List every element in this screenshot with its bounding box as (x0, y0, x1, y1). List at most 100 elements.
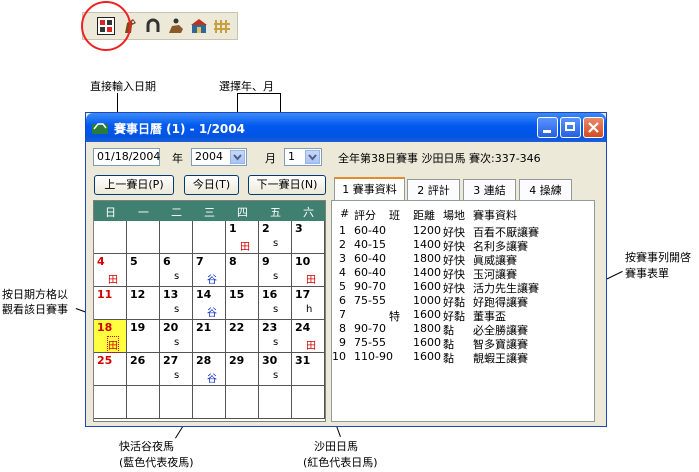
day-number: 4 (97, 255, 105, 268)
calendar-day[interactable]: 11 (94, 287, 127, 320)
chevron-down-icon[interactable] (230, 150, 245, 164)
calendar-day[interactable]: 5 (127, 254, 160, 287)
close-button[interactable] (583, 117, 604, 138)
horseshoe-icon[interactable] (144, 17, 162, 35)
race-distance: 1200 (413, 224, 441, 237)
day-number: 26 (130, 354, 146, 367)
day-number: 9 (262, 255, 270, 268)
maximize-button[interactable] (560, 117, 581, 138)
calendar-day[interactable]: 8 (226, 254, 259, 287)
calendar-day[interactable]: 6s (160, 254, 193, 287)
calendar-day[interactable]: 15 (226, 287, 259, 320)
day-number: 22 (229, 321, 245, 334)
tab-rating[interactable]: 2 評計 (407, 179, 460, 201)
race-distance: 1600 (413, 280, 441, 293)
day-number: 11 (97, 288, 113, 301)
race-row[interactable]: 2 40-15 1400 好快 名利多讓賽 (332, 238, 594, 253)
calendar-day[interactable]: 9s (259, 254, 292, 287)
day-number: 3 (295, 222, 303, 235)
calendar-day[interactable]: 31 (292, 353, 325, 386)
header-race-name: 賽事資料 (473, 209, 517, 222)
race-no: 9 (339, 336, 346, 349)
calendar-day[interactable]: 3 (292, 221, 325, 254)
calendar-empty-cell (127, 386, 160, 419)
race-no: 10 (332, 350, 346, 363)
day-number: 25 (97, 354, 113, 367)
calendar-day[interactable]: 23 s (259, 320, 292, 353)
race-row[interactable]: 3 60-40 1800 好快 眞威讓賽 (332, 252, 594, 267)
race-distance: 1800 (413, 252, 441, 265)
month-select[interactable]: 1 (284, 148, 322, 166)
day-number: 14 (196, 288, 212, 301)
race-no: 3 (339, 252, 346, 265)
calendar-day[interactable]: 13 s (160, 287, 193, 320)
day-number: 1 (229, 222, 237, 235)
next-race-day-button[interactable]: 下一賽日(N) (248, 175, 326, 195)
annotation-sha-tin-2: (紅色代表日馬) (303, 456, 378, 469)
day-mark: s (174, 304, 180, 315)
day-number: 5 (130, 255, 138, 268)
calendar-day[interactable]: 7谷 (193, 254, 226, 287)
race-row[interactable]: 4 60-40 1400 好快 玉河讓賽 (332, 266, 594, 281)
calendar-day[interactable]: 20 s (160, 320, 193, 353)
race-row[interactable]: 8 90-70 1800 黏必全勝讓賽 (332, 322, 594, 337)
date-input[interactable]: 01/18/2004 (93, 148, 160, 166)
year-select[interactable]: 2004 (191, 148, 247, 166)
calendar-day[interactable]: 19 (127, 320, 160, 353)
chevron-down-icon[interactable] (305, 150, 320, 164)
today-button[interactable]: 今日(T) (184, 175, 239, 195)
calendar-day[interactable]: 10 田 (292, 254, 325, 287)
fence-icon[interactable] (213, 17, 231, 35)
calendar-day[interactable]: 24 田 (292, 320, 325, 353)
calendar-day[interactable]: 29 (226, 353, 259, 386)
race-distance: 1400 (413, 238, 441, 251)
race-rating: 60-40 (354, 266, 386, 279)
tab-links[interactable]: 3 連結 (463, 179, 516, 201)
calendar-day[interactable]: 14 谷 (193, 287, 226, 320)
race-row[interactable]: 10 110-90 1600 黏 靚蝦王讓賽 (332, 350, 594, 365)
calendar-day[interactable]: 1田 (226, 221, 259, 254)
race-row[interactable]: 1 60-40 1200 好快 百看不厭讓賽 (332, 224, 594, 239)
rider-icon[interactable] (167, 17, 185, 35)
stable-icon[interactable] (190, 17, 208, 35)
race-rating: 60-40 (354, 252, 386, 265)
race-info: 全年第38日賽事 沙田日馬 賽次:337-346 (338, 152, 541, 165)
calendar-day[interactable]: 21 (193, 320, 226, 353)
race-row[interactable]: 6 75-55 1000 好黏 好跑得讓賽 (332, 294, 594, 309)
weekday-sat: 六 (303, 206, 314, 219)
calendar-day[interactable]: 22 (226, 320, 259, 353)
race-rating: 90-70 (354, 322, 386, 335)
race-row[interactable]: 7 特 1600 好黏 董事盃 (332, 308, 594, 323)
annotation-click-race-1: 按賽事列開啓 (625, 251, 691, 264)
race-row[interactable]: 9 75-55 1600 黏智多寶讓賽 (332, 336, 594, 351)
race-row[interactable]: 5 90-70 1600 好快 活力先生讓賽 (332, 280, 594, 295)
calendar-day[interactable]: 28 谷 (193, 353, 226, 386)
happy-valley-night-mark: 谷 (207, 374, 217, 385)
calendar-day[interactable]: 18 田 (94, 320, 127, 353)
year-label: 年 (172, 152, 183, 165)
calendar-day[interactable]: 12 (127, 287, 160, 320)
minimize-button[interactable] (537, 117, 558, 138)
calendar-day[interactable]: 16 s (259, 287, 292, 320)
calendar-day[interactable]: 26 (127, 353, 160, 386)
day-number: 24 (295, 321, 311, 334)
header-rating: 評分 (354, 209, 376, 222)
race-distance: 1400 (413, 266, 441, 279)
calendar-day[interactable]: 27 s (160, 353, 193, 386)
calendar-day[interactable]: 4田 (94, 254, 127, 287)
race-rating: 75-55 (354, 294, 386, 307)
calendar-day[interactable]: 17 h (292, 287, 325, 320)
weekday-thu: 四 (237, 206, 248, 219)
annotation-happy-valley-2: (藍色代表夜馬) (119, 456, 194, 469)
prev-race-day-button[interactable]: 上一賽日(P) (94, 175, 174, 195)
tab-workouts[interactable]: 4 操練 (519, 179, 572, 201)
tab-race-info[interactable]: 1 賽事資料 (334, 177, 405, 201)
weekday-mon: 一 (138, 206, 149, 219)
calendar-day[interactable]: 30 s (259, 353, 292, 386)
calendar-day[interactable]: 2s (259, 221, 292, 254)
day-mark: h (306, 304, 313, 315)
calendar-day[interactable]: 25 (94, 353, 127, 386)
header-track: 場地 (443, 209, 465, 222)
happy-valley-night-mark: 谷 (207, 308, 217, 319)
race-no: 4 (339, 266, 346, 279)
